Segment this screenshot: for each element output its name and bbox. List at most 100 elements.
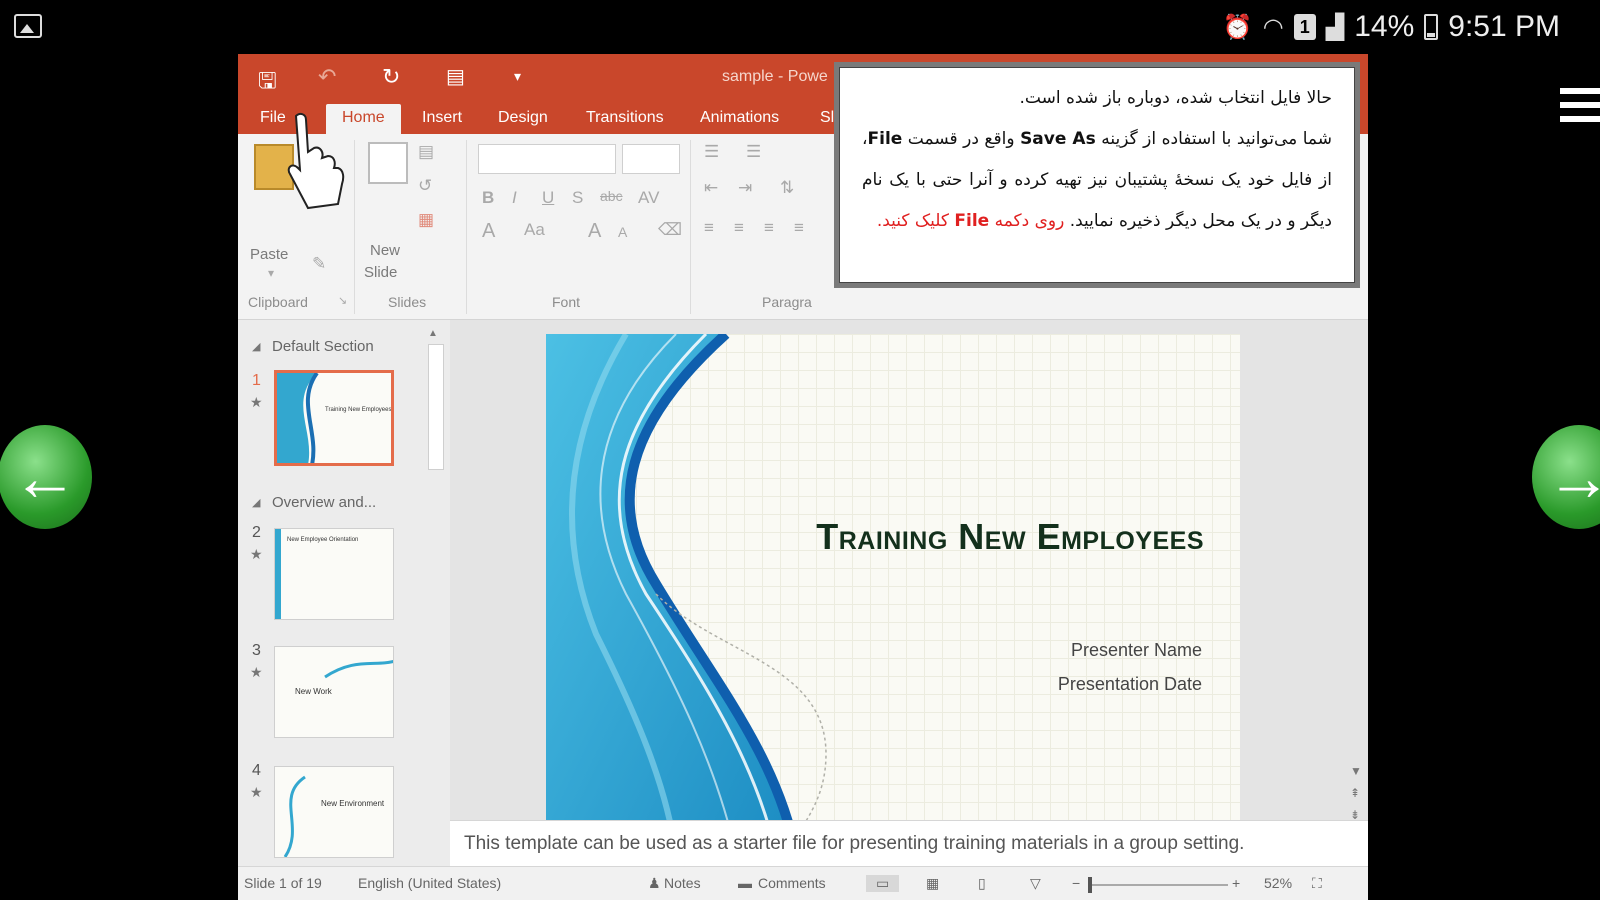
undo-icon[interactable]: ↶	[318, 64, 336, 90]
char-spacing-button[interactable]: AV	[638, 188, 659, 208]
phone-status-bar: ⏰ ◠ 1 ▟ 14% 9:51 PM	[0, 0, 1600, 52]
animation-star-icon: ★	[250, 546, 263, 562]
callout-line: حالا فایل انتخاب شده، دوباره باز شده است…	[1019, 88, 1333, 108]
notes-icon[interactable]: ♟	[648, 875, 661, 892]
paste-button[interactable]: Paste	[250, 246, 288, 263]
comments-button[interactable]: Comments	[758, 875, 826, 891]
section-icon[interactable]: ▦	[418, 210, 434, 230]
new-slide-button[interactable]: Slide	[364, 264, 397, 281]
next-arrow-icon[interactable]: →	[1532, 425, 1600, 529]
zoom-slider[interactable]	[1088, 877, 1228, 893]
section-overview[interactable]: Overview and...	[272, 494, 376, 511]
thumb-number: 1	[252, 372, 261, 389]
layout-icon[interactable]: ▤	[418, 142, 434, 162]
previous-slide-icon[interactable]: ⇞	[1350, 786, 1360, 800]
reset-icon[interactable]: ↺	[418, 176, 432, 196]
status-icons: ⏰ ◠ 1 ▟ 14% 9:51 PM	[1223, 10, 1560, 44]
collapse-icon[interactable]: ◢	[252, 496, 260, 509]
chevron-down-icon[interactable]: ▾	[268, 266, 274, 280]
customize-icon[interactable]: ▾	[514, 68, 521, 85]
slide-title[interactable]: Training New Employees	[816, 516, 1204, 558]
tab-slideshow[interactable]: Sl	[820, 104, 834, 134]
font-size-select[interactable]	[622, 144, 680, 174]
increase-indent-icon[interactable]: ⇥	[738, 178, 752, 198]
normal-view-icon[interactable]: ▭	[866, 875, 900, 892]
zoom-out-icon[interactable]: −	[1072, 875, 1080, 891]
section-default[interactable]: Default Section	[272, 338, 374, 355]
format-painter-icon[interactable]: ✎	[312, 254, 326, 274]
blue-wave-graphic	[546, 334, 827, 854]
thumb-wave-graphic	[324, 659, 393, 679]
bold-button[interactable]: B	[482, 188, 494, 208]
reading-view-icon[interactable]: ▯	[978, 875, 986, 892]
notes-pane[interactable]: This template can be used as a starter f…	[450, 820, 1368, 866]
group-paragraph: Paragra	[762, 294, 812, 310]
slide-counter: Slide 1 of 19	[244, 875, 322, 891]
present-icon[interactable]: ▤	[446, 64, 465, 89]
numbering-icon[interactable]: ☰	[746, 142, 761, 162]
file-label: File	[867, 129, 903, 149]
comments-icon[interactable]: ▬	[738, 875, 752, 891]
tab-insert[interactable]: Insert	[422, 104, 462, 134]
notes-button[interactable]: Notes	[664, 875, 701, 891]
fit-to-window-icon[interactable]: ⛶	[1312, 875, 1322, 892]
dialog-launcher-icon[interactable]: ↘	[338, 294, 347, 307]
thumb-number: 3	[252, 642, 261, 659]
thumb-title: New Employee Orientation	[287, 537, 359, 543]
tab-file[interactable]: File	[260, 104, 286, 134]
slide-thumbnail[interactable]: Training New Employees	[274, 370, 394, 466]
text-direction-icon[interactable]: ⇅	[780, 178, 794, 198]
redo-icon[interactable]: ↻	[382, 64, 400, 90]
slide-sorter-icon[interactable]: ▦	[926, 875, 939, 892]
zoom-slider-thumb[interactable]	[1088, 877, 1092, 893]
new-slide-label[interactable]: New	[370, 242, 400, 259]
callout-highlight: روی دکمه File کلیک کنید.	[876, 211, 1065, 231]
gallery-icon	[14, 14, 42, 38]
decrease-indent-icon[interactable]: ⇤	[704, 178, 718, 198]
language-indicator[interactable]: English (United States)	[358, 875, 501, 891]
scroll-down-icon[interactable]: ▼	[1350, 764, 1362, 778]
slideshow-icon[interactable]: ▽	[1030, 875, 1041, 892]
zoom-in-icon[interactable]: +	[1232, 875, 1240, 891]
save-as-label: Save As	[1020, 129, 1096, 149]
callout-text: حالا فایل انتخاب شده، دوباره باز شده است…	[839, 67, 1355, 283]
alarm-icon: ⏰	[1222, 13, 1253, 41]
shrink-font-button[interactable]: A	[618, 224, 627, 240]
wifi-icon: ◠	[1262, 13, 1284, 41]
font-color-button[interactable]: A	[482, 220, 495, 243]
thumb-number: 4	[252, 762, 261, 779]
align-right-icon[interactable]: ≡	[764, 218, 774, 238]
slide-thumbnail[interactable]: New Environment	[274, 766, 394, 858]
notes-text[interactable]: This template can be used as a starter f…	[464, 833, 1244, 855]
presenter-name[interactable]: Presenter Name	[1071, 640, 1202, 661]
shadow-button[interactable]: S	[572, 188, 583, 208]
slide-canvas[interactable]: Training New Employees Presenter Name Pr…	[546, 334, 1240, 854]
italic-button[interactable]: I	[512, 188, 517, 208]
strikethrough-button[interactable]: abc	[600, 188, 623, 204]
align-left-icon[interactable]: ≡	[704, 218, 714, 238]
justify-icon[interactable]: ≡	[794, 218, 804, 238]
change-case-button[interactable]: Aa	[524, 220, 545, 240]
battery-percent: 14%	[1354, 10, 1415, 43]
hand-pointer-icon	[287, 112, 345, 210]
underline-button[interactable]: U	[542, 188, 554, 208]
clear-formatting-icon[interactable]: ⌫	[658, 220, 682, 240]
collapse-icon[interactable]: ◢	[252, 340, 260, 353]
animation-star-icon: ★	[250, 784, 263, 800]
save-icon[interactable]: 🖫	[258, 64, 277, 102]
thumbnail-scrollbar[interactable]: ▲	[426, 328, 444, 868]
align-center-icon[interactable]: ≡	[734, 218, 744, 238]
slide-thumbnail[interactable]: New Work	[274, 646, 394, 738]
slide-thumbnail[interactable]: New Employee Orientation	[274, 528, 394, 620]
font-name-select[interactable]	[478, 144, 616, 174]
presentation-date[interactable]: Presentation Date	[1058, 674, 1202, 695]
zoom-level[interactable]: 52%	[1264, 875, 1292, 891]
menu-icon[interactable]	[1560, 88, 1600, 128]
grow-font-button[interactable]: A	[588, 220, 601, 243]
tab-design[interactable]: Design	[498, 104, 548, 134]
new-slide-icon[interactable]	[368, 142, 408, 184]
tab-animations[interactable]: Animations	[700, 104, 779, 134]
bullets-icon[interactable]: ☰	[704, 142, 719, 162]
tab-transitions[interactable]: Transitions	[586, 104, 664, 134]
prev-arrow-icon[interactable]: ←	[0, 425, 92, 529]
